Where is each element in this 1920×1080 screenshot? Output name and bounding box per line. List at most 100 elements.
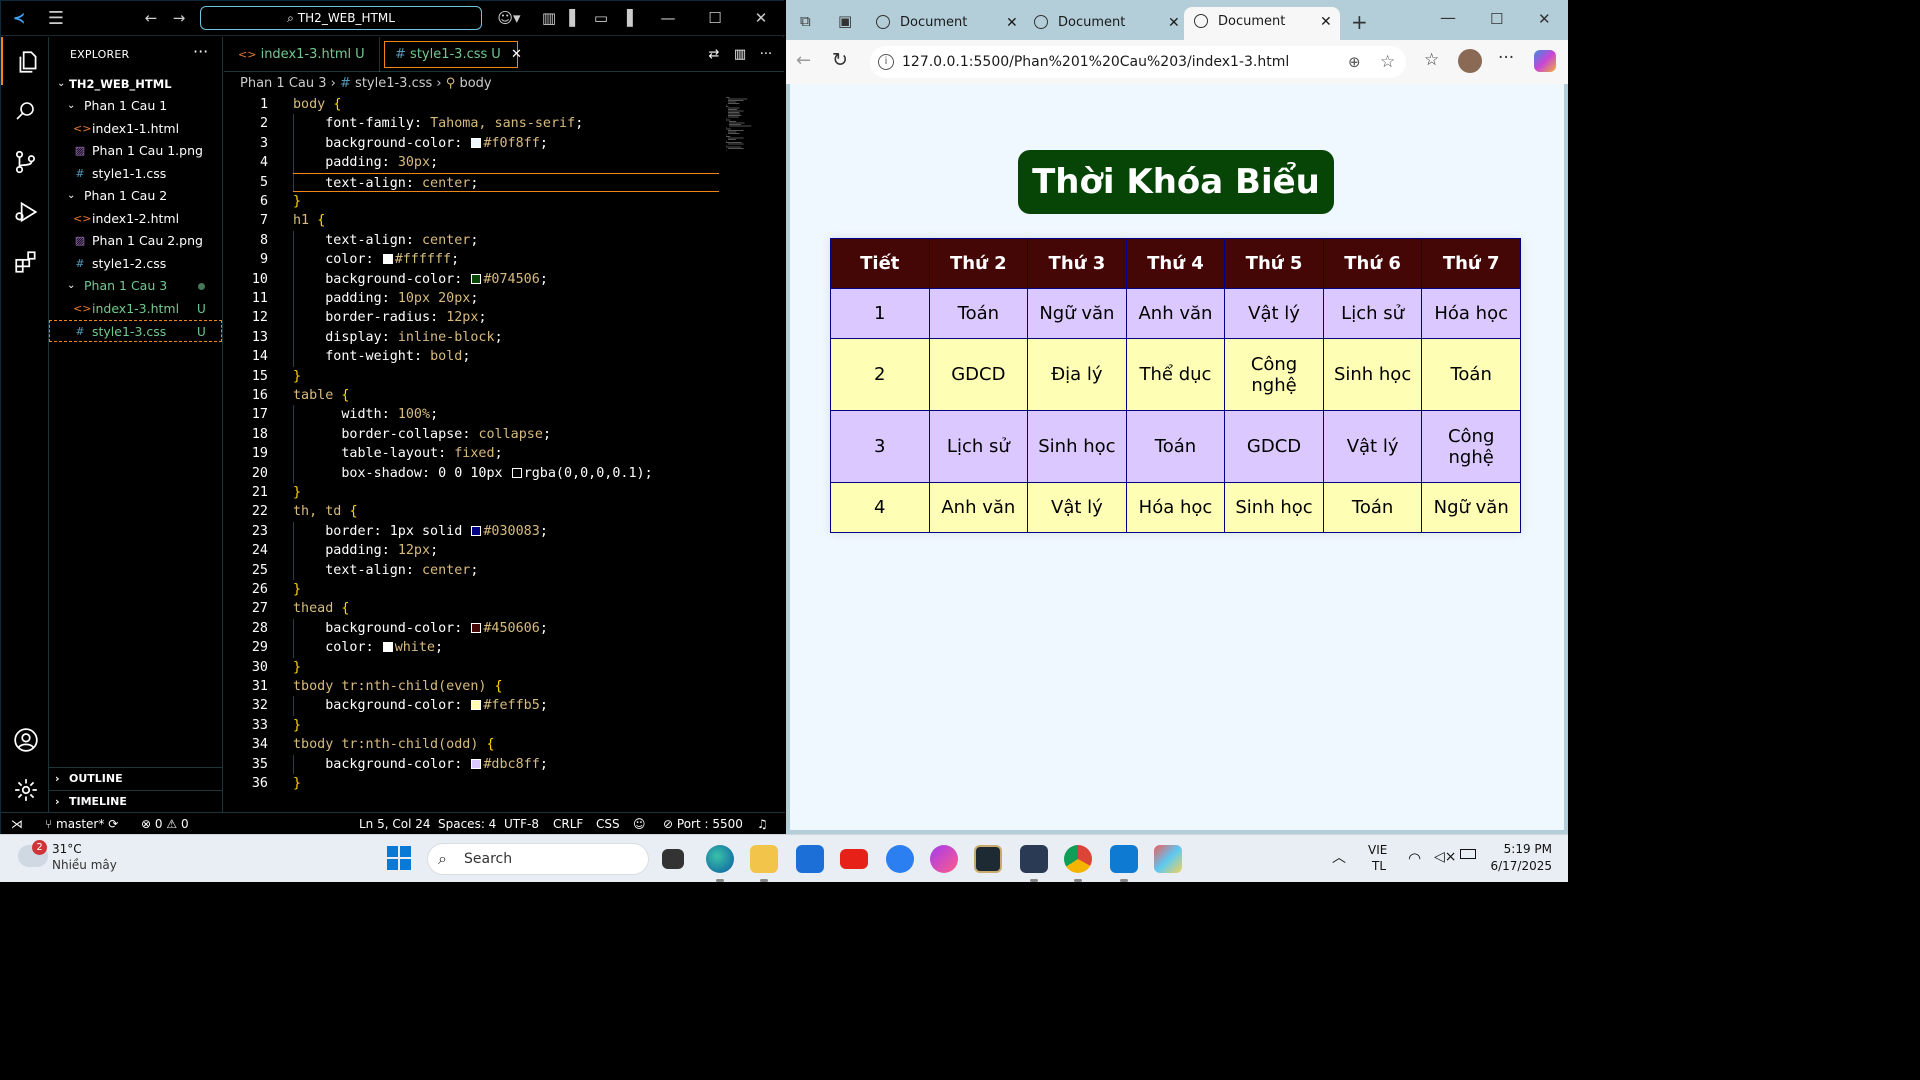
wifi-icon[interactable]: ◠ — [1408, 849, 1421, 867]
copilot-status-icon[interactable]: ☺ — [633, 813, 646, 835]
input-language[interactable]: VIE — [1368, 843, 1387, 857]
manage-gear-icon[interactable] — [1, 765, 49, 813]
settings-more-icon[interactable]: ··· — [1498, 48, 1514, 68]
new-tab-icon[interactable]: + — [1351, 10, 1368, 34]
code-line[interactable]: border: 1px solid #030083; — [293, 522, 548, 541]
minimize-icon[interactable]: — — [1440, 8, 1456, 27]
code-line[interactable]: tbody tr:nth-child(odd) { — [293, 735, 495, 754]
code-line[interactable]: font-weight: bold; — [293, 347, 470, 366]
breadcrumb-file[interactable]: style1-3.css — [355, 76, 432, 91]
run-debug-activity-icon[interactable] — [1, 187, 49, 235]
refresh-icon[interactable]: ↻ — [832, 49, 848, 71]
maximize-icon[interactable]: ☐ — [1490, 10, 1503, 28]
taskbar-search[interactable]: ⌕ Search — [427, 843, 649, 875]
tab-close-icon[interactable]: ✕ — [1006, 8, 1018, 38]
code-line[interactable]: text-align: center; — [293, 561, 478, 580]
minimap[interactable] — [724, 95, 764, 155]
tab-actions-icon[interactable]: ▣ — [838, 12, 858, 32]
code-line[interactable]: width: 100%; — [293, 405, 438, 424]
code-line[interactable]: color: #ffffff; — [293, 250, 459, 269]
notifications-bell-icon[interactable]: ♫ — [757, 813, 768, 835]
toggle-panel-icon[interactable]: ▭ — [593, 1, 609, 36]
maximize-icon[interactable]: ☐ — [703, 1, 727, 36]
live-server-port[interactable]: ⊘ Port : 5500 — [663, 813, 743, 835]
command-center-search[interactable]: ⌕ TH2_WEB_HTML — [200, 6, 482, 30]
site-info-icon[interactable]: i — [878, 54, 894, 70]
workspaces-icon[interactable]: ⧉ — [800, 12, 820, 32]
code-line[interactable]: border-collapse: collapse; — [293, 425, 551, 444]
favorites-icon[interactable]: ☆ — [1424, 50, 1439, 70]
extensions-activity-icon[interactable] — [1, 237, 49, 285]
copilot-icon[interactable] — [1534, 50, 1556, 72]
layout-panels-icon[interactable]: ▥ — [541, 1, 557, 36]
code-line[interactable]: table { — [293, 386, 349, 405]
address-bar[interactable]: i 127.0.0.1:5500/Phan%201%20Cau%203/inde… — [870, 46, 1406, 78]
code-line[interactable]: color: white; — [293, 638, 443, 657]
problems-indicator[interactable]: ⊗ 0 ⚠ 0 — [141, 813, 189, 835]
indentation[interactable]: Spaces: 4 — [438, 813, 496, 835]
source-control-activity-icon[interactable] — [1, 137, 49, 185]
tab-index1-3-html[interactable]: <> index1-3.html U — [224, 37, 380, 72]
game-app-icon[interactable] — [1020, 845, 1048, 882]
breadcrumb-folder[interactable]: Phan 1 Cau 3 — [240, 76, 327, 91]
code-line[interactable]: th, td { — [293, 502, 358, 521]
zoom-icon[interactable]: ⊕ — [1348, 46, 1361, 78]
code-line[interactable]: border-radius: 12px; — [293, 308, 486, 327]
code-line[interactable]: tbody tr:nth-child(even) { — [293, 677, 503, 696]
menu-icon[interactable]: ☰ — [45, 1, 67, 36]
code-line[interactable]: body { — [293, 95, 341, 114]
code-line[interactable]: thead { — [293, 599, 349, 618]
code-line[interactable]: background-color: #450606; — [293, 619, 548, 638]
app-icon[interactable] — [1154, 845, 1182, 873]
weather-temp[interactable]: 31°C — [52, 842, 82, 856]
close-icon[interactable]: ✕ — [1538, 10, 1551, 28]
back-arrow-icon[interactable]: ← — [141, 1, 161, 36]
tree-file[interactable]: ▨ Phan 1 Cau 2.png — [49, 230, 222, 252]
code-line[interactable]: padding: 12px; — [293, 541, 438, 560]
code-line[interactable]: h1 { — [293, 211, 325, 230]
windows-start-icon[interactable] — [387, 846, 411, 870]
code-line[interactable]: } — [293, 192, 301, 211]
tree-file[interactable]: # style1-1.css — [49, 163, 222, 185]
code-line[interactable]: text-align: center; — [293, 172, 719, 192]
split-editor-icon[interactable]: ▥ — [728, 37, 752, 72]
zalo-icon[interactable] — [886, 845, 914, 873]
cursor-position[interactable]: Ln 5, Col 24 — [359, 813, 431, 835]
outline-section[interactable]: › OUTLINE — [49, 767, 222, 789]
code-line[interactable]: padding: 30px; — [293, 153, 438, 172]
code-line[interactable]: display: inline-block; — [293, 328, 502, 347]
code-line[interactable]: } — [293, 483, 301, 502]
volume-muted-icon[interactable]: ◁× — [1434, 849, 1457, 865]
messenger-icon[interactable] — [930, 845, 958, 873]
remote-icon[interactable]: ⋊ — [11, 813, 23, 835]
back-arrow-icon[interactable]: ← — [796, 50, 811, 71]
show-hidden-icons-chevron-up-icon[interactable]: ︿ — [1332, 847, 1346, 867]
code-line[interactable]: background-color: #074506; — [293, 270, 548, 289]
tab-close-icon[interactable]: ✕ — [1168, 8, 1180, 38]
code-line[interactable]: background-color: #f0f8ff; — [293, 134, 548, 153]
explorer-activity-icon[interactable] — [1, 37, 49, 85]
code-line[interactable]: } — [293, 774, 301, 793]
code-line[interactable]: } — [293, 716, 301, 735]
editor-more-icon[interactable]: ··· — [754, 37, 778, 72]
browser-tab[interactable]: Document ✕ — [1024, 8, 1180, 38]
file-explorer-icon[interactable] — [750, 845, 778, 882]
code-line[interactable]: padding: 10px 20px; — [293, 289, 478, 308]
chrome-icon[interactable] — [1064, 845, 1092, 882]
code-line[interactable]: text-align: center; — [293, 231, 478, 250]
clock-date[interactable]: 6/17/2025 — [1488, 859, 1552, 873]
language-mode[interactable]: CSS — [596, 813, 620, 835]
store-icon[interactable] — [796, 845, 824, 873]
close-icon[interactable]: ✕ — [749, 1, 773, 36]
code-line[interactable]: background-color: #feffb5; — [293, 696, 548, 715]
input-method[interactable]: TL — [1372, 859, 1386, 873]
code-line[interactable]: background-color: #dbc8ff; — [293, 755, 548, 774]
line-ending[interactable]: CRLF — [553, 813, 583, 835]
minimize-icon[interactable]: — — [656, 1, 680, 36]
tree-file[interactable]: # style1-2.css — [49, 253, 222, 275]
tree-file[interactable]: <> index1-2.html — [49, 208, 222, 230]
code-line[interactable]: } — [293, 367, 301, 386]
workspace-root[interactable]: ⌄ TH2_WEB_HTML — [49, 73, 222, 95]
branch-indicator[interactable]: ⑂ master* ⟳ — [45, 813, 118, 835]
clock-time[interactable]: 5:19 PM — [1502, 842, 1552, 856]
